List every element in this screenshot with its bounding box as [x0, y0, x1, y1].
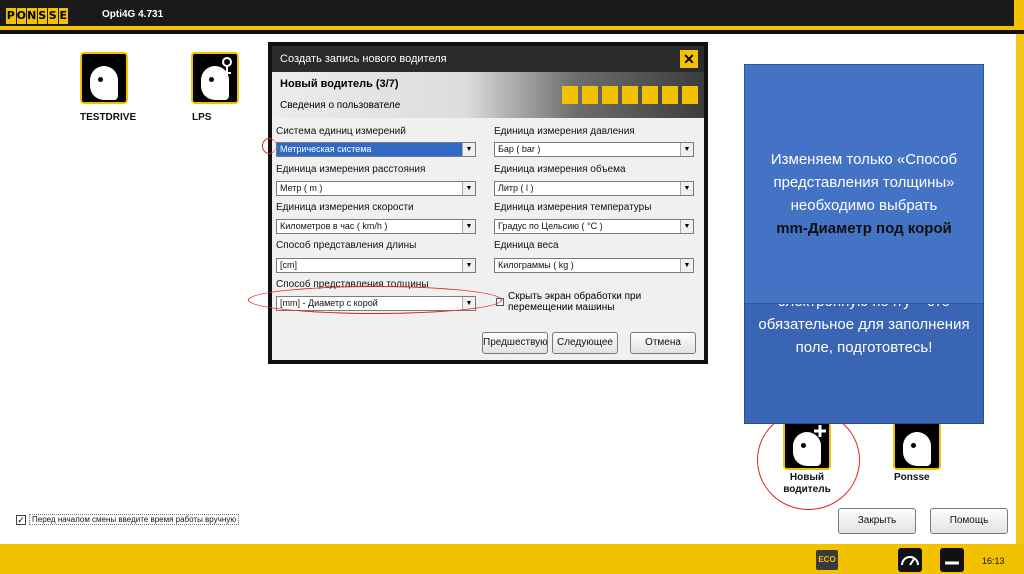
progress-segment: [622, 86, 638, 104]
logo-letter: P: [6, 8, 16, 24]
driver-face-icon: [903, 432, 931, 466]
units-system-label: Система единиц измерений: [276, 126, 406, 137]
callout-text: Изменяем только «Способ представления то…: [752, 148, 976, 240]
pressure-unit-label: Единица измерения давления: [494, 126, 635, 137]
temperature-unit-value: Градус по Цельсию ( °C ): [498, 221, 603, 231]
speed-unit-label: Единица измерения скорости: [276, 202, 414, 213]
chevron-down-icon[interactable]: ▼: [462, 143, 475, 156]
new-driver-button[interactable]: [783, 418, 831, 470]
distance-unit-label: Единица измерения расстояния: [276, 164, 426, 175]
logo-letter: S: [48, 8, 58, 24]
chevron-down-icon[interactable]: ▼: [680, 143, 693, 156]
manual-time-checkbox[interactable]: ✓: [16, 515, 26, 525]
progress-segment: [562, 86, 578, 104]
ponsse-logo: P O N S S E: [6, 8, 69, 24]
progress-segment: [682, 86, 698, 104]
eco-indicator: ECO: [816, 550, 838, 570]
progress-segment: [662, 86, 678, 104]
driver-tile-label: TESTDRIVE: [80, 112, 137, 123]
weight-unit-select[interactable]: Килограммы ( kg ) ▼: [494, 258, 694, 273]
volume-unit-select[interactable]: Литр ( l ) ▼: [494, 181, 694, 196]
new-driver-dialog: Создать запись нового водителя ✕ Новый в…: [268, 42, 708, 364]
length-format-value: [cm]: [280, 260, 297, 270]
close-icon[interactable]: ✕: [680, 50, 698, 68]
logo-letter: S: [37, 8, 47, 24]
top-bar: P O N S S E Opti4G 4.731: [0, 0, 1024, 34]
previous-button[interactable]: Предшествующий: [482, 332, 548, 354]
cancel-button[interactable]: Отмена: [630, 332, 696, 354]
clock: 16:13: [982, 556, 1005, 566]
weight-unit-value: Килограммы ( kg ): [498, 260, 574, 270]
pressure-unit-value: Бар ( bar ): [498, 144, 541, 154]
highlight-oval-partial: [262, 138, 276, 154]
screen: P O N S S E Opti4G 4.731 TESTDRIVE LPS Н…: [0, 0, 1024, 574]
key-icon: [222, 57, 232, 79]
next-button[interactable]: Следующее: [552, 332, 618, 354]
close-button[interactable]: Закрыть: [838, 508, 916, 534]
progress-segment: [582, 86, 598, 104]
chevron-down-icon[interactable]: ▼: [462, 220, 475, 233]
driver-face-icon: [90, 66, 118, 100]
chevron-down-icon[interactable]: ▼: [462, 259, 475, 272]
dialog-step: Новый водитель (3/7): [280, 78, 399, 90]
driver-tile-testdrive[interactable]: [80, 52, 128, 104]
driver-tile-ponsse[interactable]: [893, 418, 941, 470]
temperature-unit-label: Единица измерения температуры: [494, 202, 652, 213]
temperature-unit-select[interactable]: Градус по Цельсию ( °C ) ▼: [494, 219, 694, 234]
dialog-titlebar: Создать запись нового водителя ✕: [272, 46, 704, 72]
minimize-icon-glyph: [945, 561, 959, 565]
driver-tile-label: LPS: [192, 112, 212, 123]
manual-time-label: Перед началом смены введите время работы…: [29, 514, 240, 525]
highlight-oval: [248, 286, 502, 314]
volume-unit-label: Единица измерения объема: [494, 164, 626, 175]
plus-icon: [814, 425, 826, 437]
progress-segment: [602, 86, 618, 104]
units-system-value: Метрическая система: [280, 144, 372, 154]
dialog-section: Сведения о пользователе: [280, 100, 401, 111]
distance-unit-value: Метр ( m ): [280, 183, 323, 193]
progress-segment: [642, 86, 658, 104]
hide-screen-label: Скрыть экран обработки при перемещении м…: [508, 291, 642, 313]
logo-letter: O: [16, 8, 26, 24]
speed-unit-select[interactable]: Километров в час ( km/h ) ▼: [276, 219, 476, 234]
frame-right-strip: [1016, 34, 1024, 544]
driver-tile-label: Ponsse: [894, 472, 930, 483]
bottom-bar: [0, 544, 1024, 574]
chevron-down-icon[interactable]: ▼: [462, 182, 475, 195]
minimize-icon[interactable]: [940, 548, 964, 572]
logo-letter: E: [58, 8, 68, 24]
gauge-icon[interactable]: [898, 548, 922, 572]
driver-tile-lps[interactable]: [191, 52, 239, 104]
chevron-down-icon[interactable]: ▼: [680, 220, 693, 233]
volume-unit-value: Литр ( l ): [498, 183, 534, 193]
distance-unit-select[interactable]: Метр ( m ) ▼: [276, 181, 476, 196]
top-bar-inner: P O N S S E Opti4G 4.731: [0, 0, 1024, 30]
chevron-down-icon[interactable]: ▼: [680, 182, 693, 195]
speed-unit-value: Километров в час ( km/h ): [280, 221, 388, 231]
weight-unit-label: Единица веса: [494, 240, 559, 251]
pressure-unit-select[interactable]: Бар ( bar ) ▼: [494, 142, 694, 157]
callout-bold-value: mm-Диаметр под корой: [776, 220, 952, 237]
length-format-label: Способ представления длины: [276, 240, 417, 251]
step-progress: [562, 86, 702, 104]
dialog-header: Новый водитель (3/7) Сведения о пользова…: [272, 72, 704, 118]
app-title: Opti4G 4.731: [102, 9, 164, 20]
chevron-down-icon[interactable]: ▼: [680, 259, 693, 272]
callout-instruction: Изменяем только «Способ представления то…: [770, 151, 958, 214]
length-format-select[interactable]: [cm] ▼: [276, 258, 476, 273]
units-system-select[interactable]: Метрическая система ▼: [276, 142, 476, 157]
new-driver-label: Новый водитель: [783, 472, 831, 495]
gauge-icon-glyph: [901, 556, 919, 566]
logo-letter: N: [27, 8, 37, 24]
dialog-title: Создать запись нового водителя: [280, 53, 447, 65]
frame-edge: [1014, 0, 1024, 30]
help-button[interactable]: Помощь: [930, 508, 1008, 534]
